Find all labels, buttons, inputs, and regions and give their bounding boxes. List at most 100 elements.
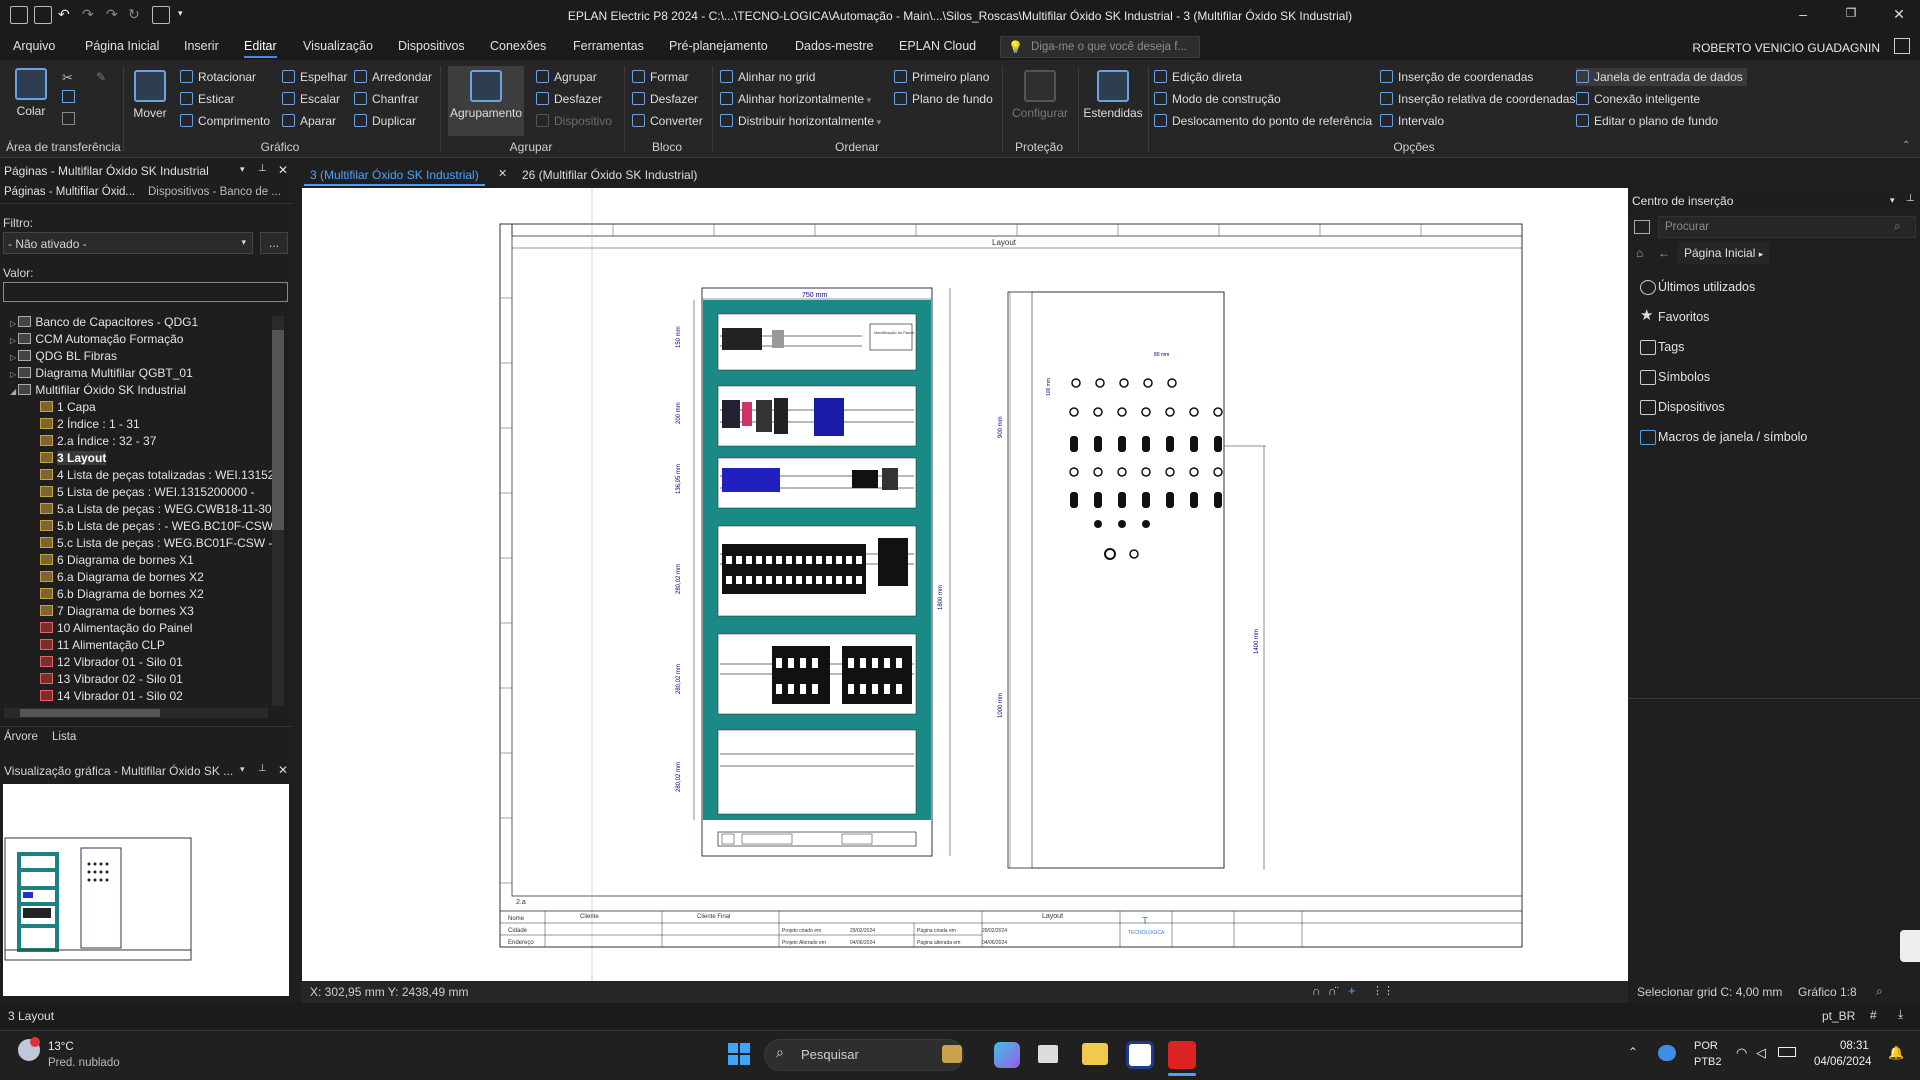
grid-icon[interactable]: ⋮⋮ [1372, 984, 1394, 997]
ungroup-button[interactable]: Desfazer [536, 90, 602, 108]
clock-date[interactable]: 04/06/2024 [1814, 1056, 1872, 1068]
tab-doc-26[interactable]: 26 (Multifilar Óxido SK Industrial) [516, 166, 703, 186]
data-window-button[interactable]: Janela de entrada de dados [1576, 68, 1747, 86]
configure-button[interactable]: Configurar [1008, 70, 1072, 120]
insertion-list-icon[interactable] [1634, 220, 1650, 234]
length-button[interactable]: Comprimento [180, 112, 270, 130]
interval-button[interactable]: Intervalo [1380, 112, 1444, 130]
lang-primary[interactable]: POR [1694, 1040, 1718, 1052]
user-name[interactable]: ROBERTO VENICIO GUADAGNIN [1692, 41, 1880, 55]
snap-icon[interactable]: ∩ [1312, 984, 1321, 998]
panel-close-icon[interactable]: ✕ [278, 163, 288, 177]
tree-project[interactable]: ▷ Diagrama Multifilar QGBT_01 [0, 365, 282, 382]
menu-editar[interactable]: Editar [244, 39, 277, 58]
menu-dados-mestre[interactable]: Dados-mestre [795, 39, 874, 53]
subtab-pages[interactable]: Páginas - Multifilar Óxid... [4, 186, 135, 198]
filter-more-button[interactable]: ... [260, 232, 288, 254]
tab-list[interactable]: Lista [52, 731, 76, 743]
panel-menu-icon[interactable]: ▾ [240, 164, 245, 175]
group-button[interactable]: Agrupar [536, 68, 597, 86]
filter-select[interactable]: - Não ativado - ▾ [3, 232, 253, 254]
tree-page-item[interactable]: 13 Vibrador 02 - Silo 01 [0, 671, 282, 688]
tree-page-item[interactable]: 5 Lista de peças : WEI.1315200000 - [0, 484, 282, 501]
menu-pagina-inicial[interactable]: Página Inicial [85, 39, 159, 53]
recent-item[interactable]: Últimos utilizados [1628, 272, 1920, 302]
hash-icon[interactable]: # [1870, 1008, 1877, 1022]
tab-doc-3[interactable]: 3 (Multifilar Óxido SK Industrial) [304, 166, 485, 186]
minimize-button[interactable]: – [1788, 6, 1818, 22]
preview-close-icon[interactable]: ✕ [278, 763, 288, 777]
expand-icon[interactable]: ▷ [10, 336, 18, 345]
menu-dispositivos[interactable]: Dispositivos [398, 39, 465, 53]
expand-icon[interactable]: ▷ [10, 353, 18, 362]
weather-desc[interactable]: Pred. nublado [48, 1057, 120, 1069]
menu-arquivo[interactable]: Arquivo [13, 39, 55, 53]
convert-button[interactable]: Converter [632, 112, 703, 130]
notification-bell-icon[interactable]: 🔔 [1888, 1045, 1904, 1061]
block-undo-button[interactable]: Desfazer [632, 90, 698, 108]
expand-icon[interactable]: ▷ [10, 370, 18, 379]
weather-temp[interactable]: 13°C [48, 1041, 74, 1053]
distribute-h-button[interactable]: Distribuir horizontalmente ▾ [720, 112, 881, 130]
tree-page-item[interactable]: 5.a Lista de peças : WEG.CWB18-11-30D. [0, 501, 282, 518]
collapse-icon[interactable]: ◢ [10, 387, 18, 396]
tree-page-item[interactable]: 6.b Diagrama de bornes X2 [0, 586, 282, 603]
move-button[interactable]: Mover [130, 70, 170, 120]
symbols-item[interactable]: Símbolos [1628, 362, 1920, 392]
favorites-item[interactable]: ★ Favoritos [1628, 302, 1920, 332]
language[interactable]: pt_BR [1822, 1009, 1855, 1023]
wifi-icon[interactable]: ◠ [1736, 1045, 1747, 1061]
format-icon[interactable] [62, 112, 75, 125]
tree-scroll-thumb[interactable] [272, 330, 284, 530]
tree-project[interactable]: ▷ QDG BL Fibras [0, 348, 282, 365]
grid-select[interactable]: Selecionar grid C: 4,00 mm [1637, 985, 1782, 999]
scale-button[interactable]: Escalar [282, 90, 340, 108]
preview-pin-icon[interactable]: ⊥ [258, 763, 267, 774]
expand-icon[interactable]: ▷ [10, 319, 18, 328]
collapse-ribbon-icon[interactable]: ⌃ [1902, 140, 1910, 151]
devices-item[interactable]: Dispositivos [1628, 392, 1920, 422]
value-input[interactable] [3, 282, 288, 302]
breadcrumb[interactable]: Página Inicial ▸ [1678, 242, 1770, 264]
menu-conexoes[interactable]: Conexões [490, 39, 546, 53]
volume-icon[interactable]: ◁ [1756, 1045, 1766, 1061]
bring-front-button[interactable]: Primeiro plano [894, 68, 989, 86]
cut-icon[interactable]: ✂ [62, 70, 73, 86]
insertion-search-input[interactable]: Procurar [1658, 216, 1916, 238]
trim-button[interactable]: Aparar [282, 112, 336, 130]
menu-visualizacao[interactable]: Visualização [303, 39, 373, 53]
tab-tree[interactable]: Árvore [4, 731, 38, 743]
graphic-scale[interactable]: Gráfico 1:8 [1798, 985, 1857, 999]
account-icon[interactable] [1894, 38, 1910, 54]
teamviewer-icon[interactable] [1126, 1041, 1154, 1069]
crosshair-icon[interactable]: + [1348, 983, 1356, 998]
panel-menu-icon[interactable]: ▾ [1890, 195, 1895, 206]
form-button[interactable]: Formar [632, 68, 689, 86]
tab-close-icon[interactable]: ✕ [498, 167, 507, 180]
task-view-icon[interactable] [1038, 1045, 1058, 1063]
pin-icon[interactable]: ⊥ [1906, 193, 1915, 204]
menu-eplan-cloud[interactable]: EPLAN Cloud [899, 39, 976, 53]
tree-project[interactable]: ▷ Banco de Capacitores - QDG1 [0, 314, 282, 331]
extended-button[interactable]: Estendidas [1082, 70, 1144, 120]
taskbar-search[interactable]: Pesquisar [764, 1039, 964, 1071]
rotate-button[interactable]: Rotacionar [180, 68, 256, 86]
lang-secondary[interactable]: PTB2 [1694, 1056, 1722, 1068]
side-chat-icon[interactable] [1900, 930, 1920, 962]
tree-page-item[interactable]: 2.a Índice : 32 - 37 [0, 433, 282, 450]
tree-page-item[interactable]: 3 Layout [0, 450, 282, 467]
edit-background-button[interactable]: Editar o plano de fundo [1576, 112, 1718, 130]
menu-inserir[interactable]: Inserir [184, 39, 219, 53]
send-back-button[interactable]: Plano de fundo [894, 90, 993, 108]
eplan-icon[interactable] [1168, 1041, 1196, 1069]
align-grid-button[interactable]: Alinhar no grid [720, 68, 815, 86]
home-icon[interactable]: ⌂ [1636, 246, 1643, 260]
tree-page-item[interactable]: 6.a Diagrama de bornes X2 [0, 569, 282, 586]
ref-point-button[interactable]: Deslocamento do ponto de referência [1154, 112, 1372, 130]
copilot-icon[interactable] [994, 1042, 1020, 1068]
pin-icon[interactable]: ⊥ [258, 163, 267, 174]
tell-me-input[interactable]: Diga-me o que você deseja f... [1000, 36, 1200, 58]
tree-page-item[interactable]: 6 Diagrama de bornes X1 [0, 552, 282, 569]
preview-menu-icon[interactable]: ▾ [240, 764, 245, 775]
download-icon[interactable]: ⤓ [1898, 1007, 1903, 1022]
